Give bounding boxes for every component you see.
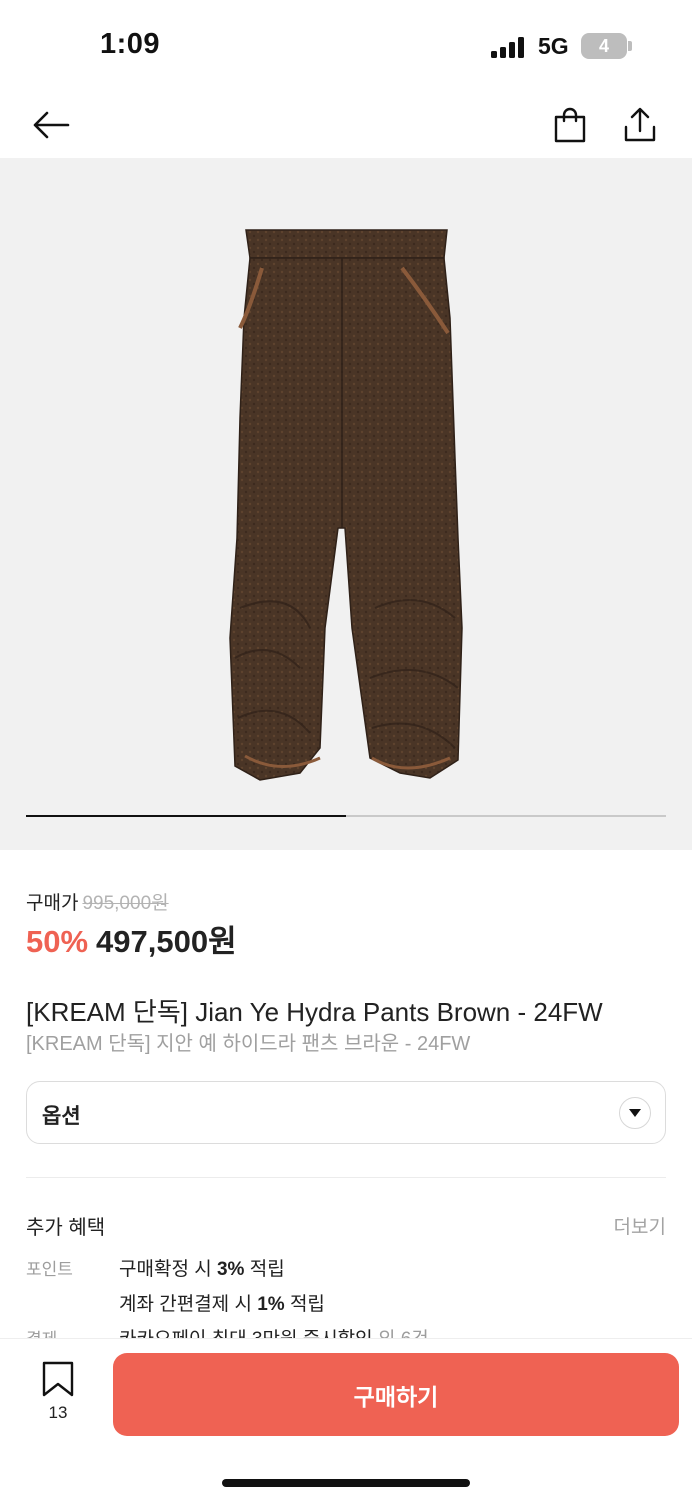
cart-button[interactable] xyxy=(545,100,595,150)
product-title-en: [KREAM 단독] Jian Ye Hydra Pants Brown - 2… xyxy=(26,997,603,1027)
status-bar: 1:09 5G 4 xyxy=(0,0,692,90)
price-label: 구매가 xyxy=(26,893,79,914)
price-label-row: 구매가 995,000원 xyxy=(26,888,169,915)
share-icon xyxy=(624,107,656,142)
benefits-title: 추가 혜택 xyxy=(26,1217,106,1239)
option-label: 옵션 xyxy=(42,1105,81,1128)
bookmark-button[interactable]: 13 xyxy=(28,1359,88,1425)
back-button[interactable] xyxy=(26,100,76,150)
battery-icon: 4 xyxy=(581,33,627,59)
bottom-action-bar: 13 구매하기 xyxy=(0,1338,692,1500)
buy-button[interactable]: 구매하기 xyxy=(113,1353,679,1436)
status-time: 1:09 xyxy=(100,28,161,60)
more-link[interactable]: 더보기 xyxy=(614,1212,666,1239)
original-price: 995,000원 xyxy=(82,893,169,914)
benefit-line2-rate: 1% xyxy=(257,1294,285,1315)
gallery-progress xyxy=(26,815,666,817)
benefit-line1-suffix: 적립 xyxy=(244,1259,285,1280)
home-indicator xyxy=(222,1479,470,1487)
top-nav xyxy=(0,90,692,158)
caret-down-icon xyxy=(619,1097,651,1129)
battery-tip xyxy=(628,41,632,51)
signal-icon xyxy=(491,36,527,58)
benefit-point-label: 포인트 xyxy=(26,1260,73,1279)
price-row: 50% 497,500원 xyxy=(26,916,237,961)
bookmark-icon xyxy=(42,1361,74,1397)
benefit-line1-text: 구매확정 시 xyxy=(119,1259,217,1280)
battery-level: 4 xyxy=(598,36,609,56)
benefit-point-line-1: 구매확정 시 3% 적립 xyxy=(119,1254,285,1281)
current-price: 497,500원 xyxy=(96,924,237,959)
benefit-line2-text: 계좌 간편결제 시 xyxy=(119,1294,258,1315)
option-select[interactable]: 옵션 xyxy=(26,1081,666,1144)
share-button[interactable] xyxy=(615,100,665,150)
gallery-progress-fill xyxy=(26,815,346,817)
product-image xyxy=(229,229,463,781)
bookmark-count: 13 xyxy=(48,1403,68,1422)
discount-rate: 50% xyxy=(26,924,89,959)
benefit-line1-rate: 3% xyxy=(216,1259,245,1280)
benefit-point-line-2: 계좌 간편결제 시 1% 적립 xyxy=(119,1289,325,1316)
back-arrow-icon xyxy=(33,111,70,139)
product-title-ko: [KREAM 단독] 지안 예 하이드라 팬츠 브라운 - 24FW xyxy=(26,1033,471,1055)
benefit-line2-suffix: 적립 xyxy=(284,1294,325,1315)
product-image-gallery[interactable] xyxy=(0,158,692,850)
network-label: 5G xyxy=(538,33,569,59)
divider xyxy=(26,1177,666,1178)
shopping-bag-icon xyxy=(554,107,586,143)
